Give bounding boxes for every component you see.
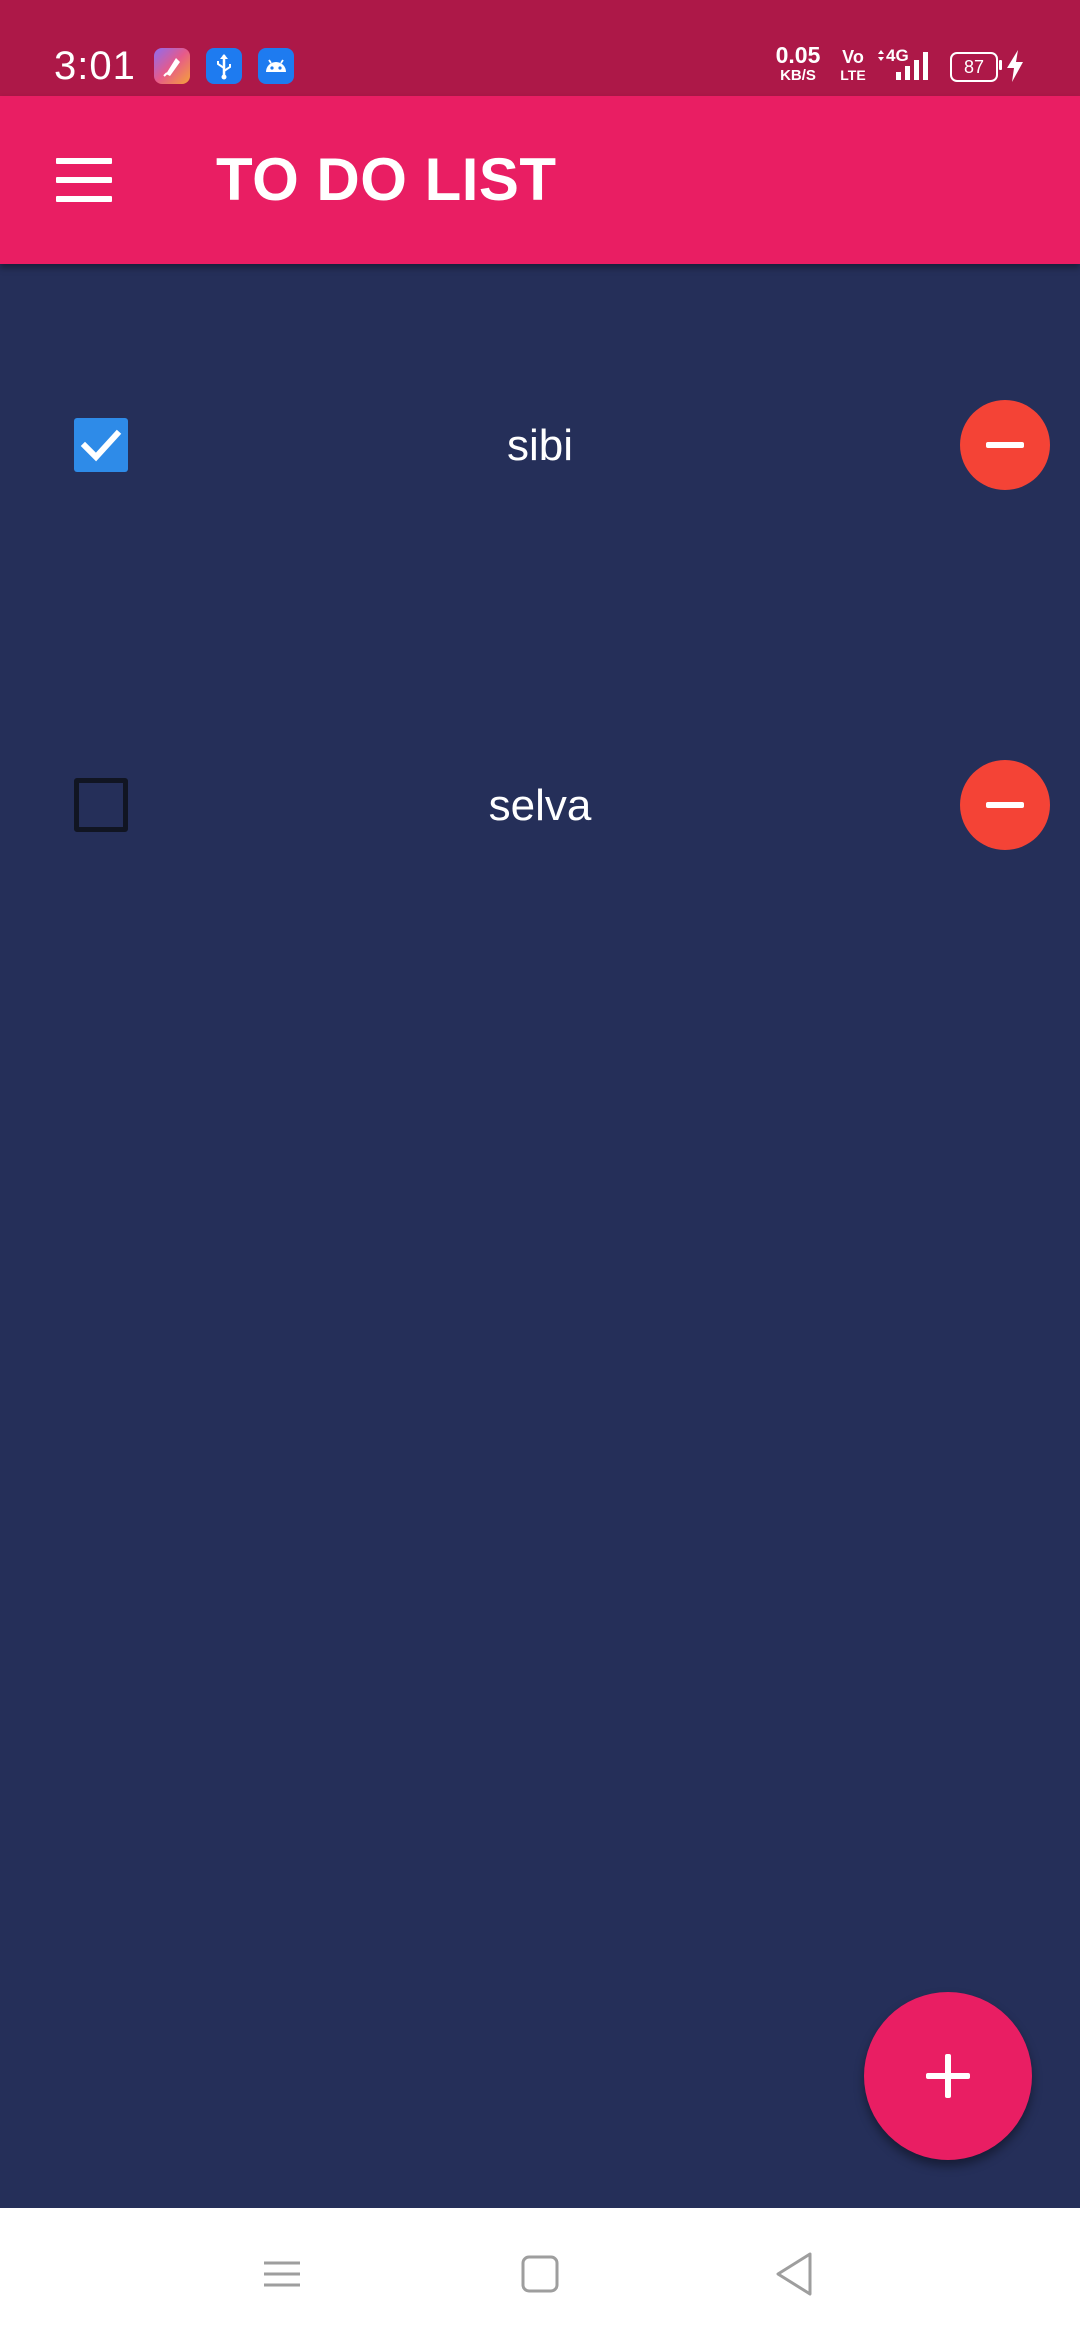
minus-icon [986, 442, 1024, 448]
signal-strength-icon: 4G [876, 46, 934, 82]
screen: 3:01 0.05 KB/S Vo LTE 4G 87 TO DO LIST s… [0, 0, 1080, 2340]
battery-level: 87 [963, 57, 985, 77]
recents-icon[interactable] [252, 2244, 312, 2304]
app-bar: TO DO LIST [0, 96, 1080, 264]
volte-indicator: Vo LTE [838, 48, 868, 82]
page-title: TO DO LIST [216, 146, 557, 213]
back-icon[interactable] [766, 2244, 826, 2304]
todo-item: sibi [0, 384, 1080, 504]
battery-tip [999, 60, 1002, 70]
volte-bottom: LTE [840, 67, 866, 83]
charging-icon [1007, 50, 1023, 82]
network-speed: 0.05 KB/S [770, 42, 826, 84]
plus-icon-vertical [945, 2054, 951, 2098]
add-todo-button[interactable] [864, 1992, 1032, 2160]
remove-todo-button[interactable] [960, 400, 1050, 490]
network-speed-value: 0.05 [775, 42, 821, 68]
usb-icon [206, 48, 242, 84]
volte-top: Vo [842, 47, 864, 67]
navigation-bar [0, 2208, 1080, 2340]
battery-icon: 87 [950, 52, 998, 82]
todo-item: selva [0, 744, 1080, 864]
todo-label: selva [488, 781, 592, 830]
network-speed-unit: KB/S [780, 67, 816, 84]
feather-app-icon [154, 48, 190, 84]
status-time: 3:01 [54, 44, 136, 88]
minus-icon [986, 802, 1024, 808]
hamburger-menu-icon[interactable] [40, 140, 128, 220]
android-debug-icon [258, 48, 294, 84]
remove-todo-button[interactable] [960, 760, 1050, 850]
todo-label: sibi [506, 421, 574, 470]
status-bar: 3:01 0.05 KB/S Vo LTE 4G 87 [0, 0, 1080, 96]
home-icon[interactable] [510, 2244, 570, 2304]
